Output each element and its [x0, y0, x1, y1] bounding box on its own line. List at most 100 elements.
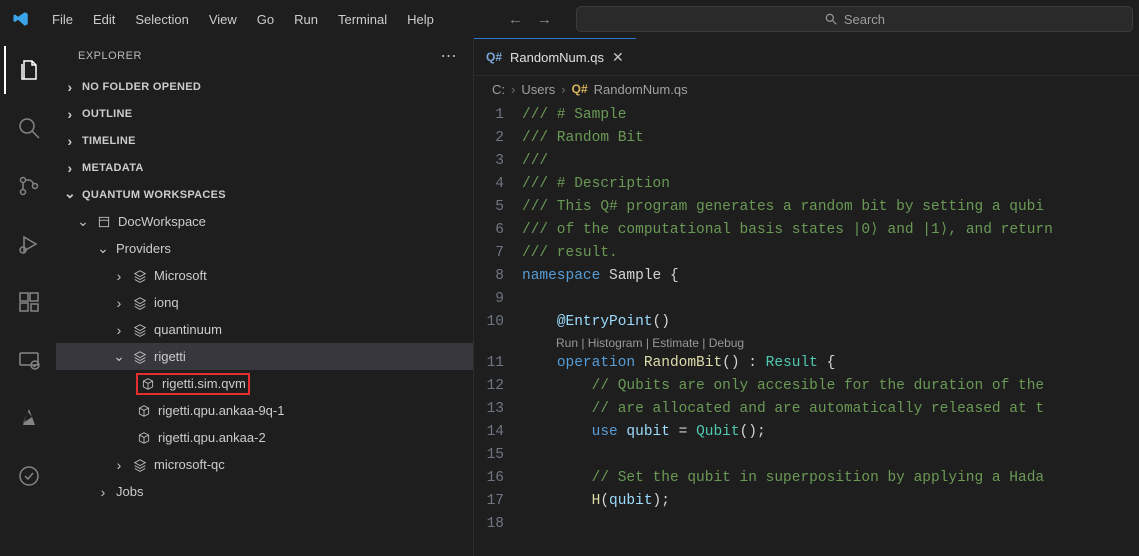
- nav-forward-icon[interactable]: →: [537, 11, 552, 28]
- menu-help[interactable]: Help: [397, 6, 444, 33]
- section-label: NO FOLDER OPENED: [82, 81, 201, 93]
- activity-debug-icon[interactable]: [4, 220, 52, 268]
- codelens-text[interactable]: Run | Histogram | Estimate | Debug: [520, 336, 744, 350]
- code-text: Qubit: [696, 424, 740, 440]
- nav-back-icon[interactable]: ←: [508, 11, 523, 28]
- code-text: (): [653, 314, 670, 330]
- line-number: 11: [474, 352, 522, 375]
- section-outline[interactable]: › OUTLINE: [56, 100, 473, 127]
- command-search[interactable]: Search: [576, 6, 1133, 32]
- jobs-node[interactable]: › Jobs: [56, 478, 473, 505]
- layers-icon: [132, 349, 148, 365]
- code-text: /// This Q# program generates a random b…: [522, 199, 1044, 215]
- code-text: /// # Description: [522, 176, 670, 192]
- target-label: rigetti.qpu.ankaa-9q-1: [158, 403, 284, 418]
- target-rigetti-ankaa-9q-1[interactable]: rigetti.qpu.ankaa-9q-1: [56, 397, 473, 424]
- code-text: Sample: [600, 268, 670, 284]
- code-text: (: [600, 493, 609, 509]
- code-text: qubit: [609, 493, 653, 509]
- qsharp-icon: Q#: [572, 82, 588, 96]
- code-text: );: [653, 493, 670, 509]
- line-number: 10: [474, 311, 522, 334]
- activity-azure-icon[interactable]: [4, 394, 52, 442]
- titlebar: File Edit Selection View Go Run Terminal…: [0, 0, 1139, 38]
- chevron-right-icon: ›: [112, 457, 126, 473]
- line-number: 12: [474, 375, 522, 398]
- explorer-more-icon[interactable]: ⋯: [441, 46, 458, 66]
- menu-file[interactable]: File: [42, 6, 83, 33]
- chevron-right-icon: ›: [112, 322, 126, 338]
- activity-remote-icon[interactable]: [4, 336, 52, 384]
- menu-run[interactable]: Run: [284, 6, 328, 33]
- line-number: 16: [474, 467, 522, 490]
- menu-go[interactable]: Go: [247, 6, 284, 33]
- qsharp-icon: Q#: [486, 50, 502, 64]
- codelens[interactable]: Run | Histogram | Estimate | Debug: [474, 334, 1139, 352]
- activity-bar: [0, 38, 56, 556]
- chevron-right-icon: ›: [62, 133, 78, 149]
- line-number: 15: [474, 444, 522, 467]
- chevron-right-icon: ›: [112, 268, 126, 284]
- explorer-title: EXPLORER: [78, 50, 142, 62]
- activity-testing-icon[interactable]: [4, 452, 52, 500]
- activity-explorer-icon[interactable]: [4, 46, 52, 94]
- breadcrumb[interactable]: C: › Users › Q# RandomNum.qs: [474, 76, 1139, 102]
- chevron-right-icon: ›: [62, 106, 78, 122]
- provider-ionq[interactable]: › ionq: [56, 289, 473, 316]
- section-label: METADATA: [82, 162, 144, 174]
- section-label: TIMELINE: [82, 135, 136, 147]
- provider-rigetti[interactable]: ⌄ rigetti: [56, 343, 473, 370]
- menu-selection[interactable]: Selection: [125, 6, 198, 33]
- target-rigetti-ankaa-2[interactable]: rigetti.qpu.ankaa-2: [56, 424, 473, 451]
- close-icon[interactable]: ✕: [612, 49, 624, 66]
- explorer-sidebar: EXPLORER ⋯ › NO FOLDER OPENED › OUTLINE …: [56, 38, 474, 556]
- line-number: 7: [474, 242, 522, 265]
- activity-extensions-icon[interactable]: [4, 278, 52, 326]
- vscode-logo-icon: [12, 10, 30, 28]
- layers-icon: [132, 457, 148, 473]
- section-timeline[interactable]: › TIMELINE: [56, 127, 473, 154]
- section-no-folder[interactable]: › NO FOLDER OPENED: [56, 73, 473, 100]
- tab-bar: Q# RandomNum.qs ✕: [474, 38, 1139, 76]
- provider-microsoft[interactable]: › Microsoft: [56, 262, 473, 289]
- nav-arrows: ← →: [508, 11, 552, 28]
- chevron-right-icon: ›: [561, 82, 565, 97]
- breadcrumb-users[interactable]: Users: [521, 82, 555, 97]
- chevron-right-icon: ›: [112, 295, 126, 311]
- code-editor[interactable]: 1/// # Sample 2/// Random Bit 3/// 4/// …: [474, 102, 1139, 556]
- code-text: // Set the qubit in superposition by app…: [592, 470, 1044, 486]
- section-metadata[interactable]: › METADATA: [56, 154, 473, 181]
- jobs-label: Jobs: [116, 484, 143, 499]
- target-rigetti-sim-qvm[interactable]: rigetti.sim.qvm: [56, 370, 473, 397]
- provider-microsoft-qc[interactable]: › microsoft-qc: [56, 451, 473, 478]
- menu-edit[interactable]: Edit: [83, 6, 125, 33]
- breadcrumb-c[interactable]: C:: [492, 82, 505, 97]
- provider-quantinuum[interactable]: › quantinuum: [56, 316, 473, 343]
- menu-terminal[interactable]: Terminal: [328, 6, 397, 33]
- chevron-down-icon: ⌄: [76, 213, 90, 230]
- provider-label: microsoft-qc: [154, 457, 225, 472]
- section-quantum-workspaces[interactable]: ⌄ QUANTUM WORKSPACES: [56, 181, 473, 208]
- workspace-node[interactable]: ⌄ DocWorkspace: [56, 208, 473, 235]
- menu-view[interactable]: View: [199, 6, 247, 33]
- explorer-header: EXPLORER ⋯: [56, 38, 473, 73]
- line-number: 13: [474, 398, 522, 421]
- editor-area: Q# RandomNum.qs ✕ C: › Users › Q# Random…: [474, 38, 1139, 556]
- chevron-right-icon: ›: [511, 82, 515, 97]
- code-text: qubit: [618, 424, 679, 440]
- line-number: 17: [474, 490, 522, 513]
- tab-randomnum[interactable]: Q# RandomNum.qs ✕: [474, 38, 636, 75]
- tab-filename: RandomNum.qs: [510, 50, 604, 65]
- code-text: () :: [722, 355, 766, 371]
- activity-search-icon[interactable]: [4, 104, 52, 152]
- code-text: use: [592, 424, 618, 440]
- code-text: // are allocated and are automatically r…: [592, 401, 1044, 417]
- providers-node[interactable]: ⌄ Providers: [56, 235, 473, 262]
- layers-icon: [132, 268, 148, 284]
- activity-source-control-icon[interactable]: [4, 162, 52, 210]
- code-text: /// # Sample: [522, 107, 626, 123]
- line-number: 8: [474, 265, 522, 288]
- code-text: @EntryPoint: [557, 314, 653, 330]
- layers-icon: [132, 295, 148, 311]
- breadcrumb-file[interactable]: RandomNum.qs: [594, 82, 688, 97]
